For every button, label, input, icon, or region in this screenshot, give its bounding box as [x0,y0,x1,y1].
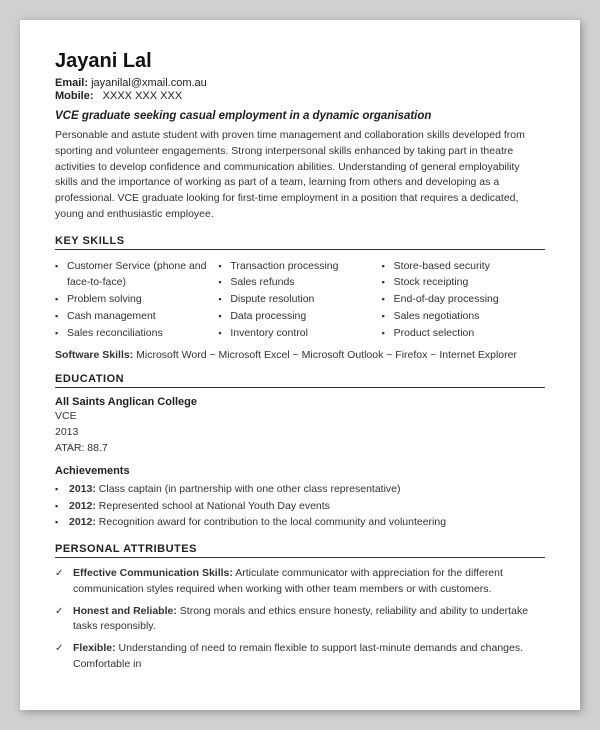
skills-list-3: Store-based security Stock receipting En… [382,258,545,342]
skill-item: Product selection [382,325,545,342]
skill-item: End-of-day processing [382,291,545,308]
atar-value: 88.7 [87,442,107,454]
tagline: VCE graduate seeking casual employment i… [55,110,545,122]
software-value: Microsoft Word ~ Microsoft Excel ~ Micro… [136,349,517,361]
achievements-list: 2013: Class captain (in partnership with… [55,481,545,531]
attribute-label-2: Honest and Reliable: [73,605,177,617]
achievements-heading: Achievements [55,465,545,477]
email-line: Email: jayanilal@xmail.com.au [55,77,545,89]
achievement-item-1: 2013: Class captain (in partnership with… [55,481,545,498]
skill-item: Dispute resolution [218,291,381,308]
skill-item: Data processing [218,308,381,325]
mobile-value: XXXX XXX XXX [103,90,182,102]
atar-label: ATAR: [55,442,84,454]
skills-col-1: Customer Service (phone and face-to-face… [55,258,218,342]
skill-item: Problem solving [55,291,218,308]
attributes-list: Effective Communication Skills: Articula… [55,566,545,673]
mobile-label: Mobile: [55,90,94,102]
attribute-label-3: Flexible: [73,642,116,654]
education-heading: EDUCATION [55,373,545,388]
skill-item: Store-based security [382,258,545,275]
skill-item: Customer Service (phone and face-to-face… [55,258,218,292]
attribute-text-3: Understanding of need to remain flexible… [73,642,523,670]
skill-item: Stock receipting [382,274,545,291]
attribute-item-1: Effective Communication Skills: Articula… [55,566,545,598]
attribute-label-1: Effective Communication Skills: [73,567,233,579]
summary-text: Personable and astute student with prove… [55,128,545,223]
attribute-item-2: Honest and Reliable: Strong morals and e… [55,604,545,636]
email-label: Email: [55,77,88,89]
key-skills-heading: KEY SKILLS [55,235,545,250]
skill-item: Sales negotiations [382,308,545,325]
atar-line: ATAR: 88.7 [55,441,545,457]
software-skills-line: Software Skills: Microsoft Word ~ Micros… [55,349,545,361]
skills-col-3: Store-based security Stock receipting En… [382,258,545,342]
software-label: Software Skills: [55,349,133,361]
email-value: jayanilal@xmail.com.au [91,77,207,89]
skill-item: Cash management [55,308,218,325]
mobile-line: Mobile: XXXX XXX XXX [55,90,545,102]
qualification: VCE [55,409,545,425]
skills-list-2: Transaction processing Sales refunds Dis… [218,258,381,342]
skill-item: Inventory control [218,325,381,342]
candidate-name: Jayani Lal [55,50,545,73]
school-name: All Saints Anglican College [55,396,545,408]
skills-col-2: Transaction processing Sales refunds Dis… [218,258,381,342]
skill-item: Sales refunds [218,274,381,291]
personal-attributes-heading: PERSONAL ATTRIBUTES [55,543,545,558]
attribute-item-3: Flexible: Understanding of need to remai… [55,641,545,673]
graduation-year: 2013 [55,425,545,441]
skills-grid: Customer Service (phone and face-to-face… [55,258,545,342]
skill-item: Transaction processing [218,258,381,275]
resume-page: Jayani Lal Email: jayanilal@xmail.com.au… [20,20,580,710]
skills-list-1: Customer Service (phone and face-to-face… [55,258,218,342]
achievement-item-2: 2012: Represented school at National You… [55,498,545,515]
skill-item: Sales reconciliations [55,325,218,342]
achievement-item-3: 2012: Recognition award for contribution… [55,514,545,531]
